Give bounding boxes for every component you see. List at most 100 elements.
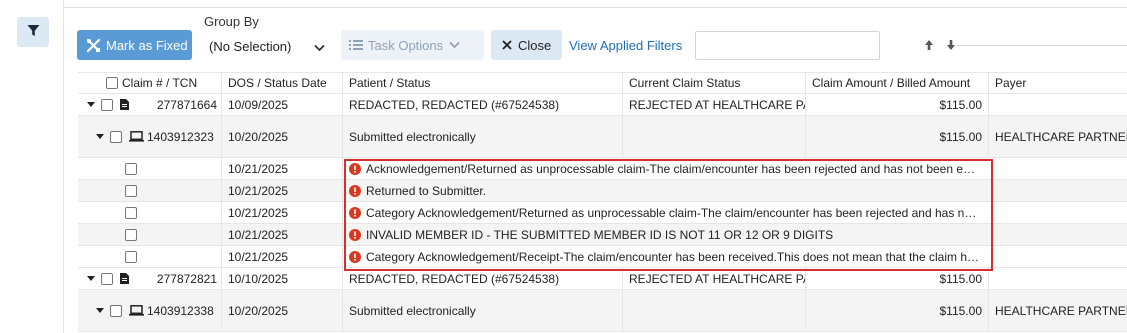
status-message-cell: Acknowledgement/Returned as unprocessabl… (342, 158, 982, 179)
row-checkbox[interactable] (125, 184, 137, 197)
claim-cell: 277871664 (78, 94, 221, 115)
row-checkbox[interactable] (110, 304, 122, 317)
task-options-label: Task Options (368, 37, 444, 53)
tools-icon (86, 38, 101, 53)
row-checkbox[interactable] (125, 228, 137, 241)
close-label: Close (518, 37, 552, 53)
column-header-current-status[interactable]: Current Claim Status (622, 73, 805, 93)
current-status-cell (622, 116, 805, 157)
document-icon (120, 99, 129, 110)
date-cell: 10/10/2025 (221, 268, 342, 289)
row-checkbox[interactable] (125, 206, 137, 219)
date-cell: 10/21/2025 (221, 224, 342, 245)
status-message-cell: Returned to Submitter. (342, 180, 982, 201)
main-panel: Mark as Fixed Group By (No Selection) Ta… (64, 0, 1127, 333)
amount-cell: $115.00 (805, 94, 988, 115)
current-status-cell: REJECTED AT HEALTHCARE PA… (622, 94, 805, 115)
table-row[interactable]: 1403912338 10/20/2025 Submitted electron… (78, 290, 1127, 332)
status-message-cell: Category Acknowledgement/Returned as unp… (342, 202, 982, 223)
table-row[interactable]: 10/21/2025 Returned to Submitter. (78, 180, 1127, 202)
status-select-cell (78, 202, 221, 223)
toolbar: Mark as Fixed Group By (No Selection) Ta… (77, 14, 1127, 62)
laptop-icon (129, 131, 144, 142)
date-cell: 10/09/2025 (221, 94, 342, 115)
date-cell: 10/21/2025 (221, 180, 342, 201)
chevron-down-icon (449, 41, 460, 49)
document-icon (120, 273, 129, 284)
status-message-cell: Category Acknowledgement/Receipt-The cla… (342, 246, 982, 267)
payer-cell (988, 94, 1127, 115)
search-input[interactable] (695, 31, 880, 60)
grid-header: Claim # / TCN DOS / Status Date Patient … (78, 72, 1127, 94)
claims-grid: Claim # / TCN DOS / Status Date Patient … (78, 72, 1127, 332)
caret-down-icon[interactable] (87, 275, 95, 282)
list-icon (349, 39, 363, 51)
column-header-label: Current Claim Status (629, 76, 741, 90)
select-all-checkbox[interactable] (106, 77, 118, 89)
filter-toggle-button[interactable] (17, 17, 49, 47)
laptop-icon (129, 305, 144, 316)
status-message: Category Acknowledgement/Receipt-The cla… (366, 249, 979, 264)
group-by: Group By (No Selection) (203, 14, 333, 60)
status-select-cell (78, 246, 221, 267)
claim-number: 277872821 (156, 271, 217, 286)
column-header-patient[interactable]: Patient / Status (342, 73, 622, 93)
patient-cell: Submitted electronically (342, 116, 622, 157)
row-checkbox[interactable] (101, 98, 113, 111)
date-cell: 10/21/2025 (221, 202, 342, 223)
close-button[interactable]: Close (491, 30, 562, 60)
error-icon (349, 162, 361, 175)
arrow-down-icon[interactable] (946, 39, 956, 51)
caret-down-icon[interactable] (96, 307, 104, 314)
column-header-amount[interactable]: Claim Amount / Billed Amount (805, 73, 988, 93)
table-row[interactable]: 10/21/2025 Acknowledgement/Returned as u… (78, 158, 1127, 180)
tcn-cell: 1403912338 (78, 290, 221, 331)
column-header-label: Payer (995, 76, 1027, 90)
column-header-label: DOS / Status Date (228, 76, 327, 90)
column-header-label: Claim # / TCN (122, 76, 198, 90)
error-icon (349, 228, 361, 241)
status-message: INVALID MEMBER ID - THE SUBMITTED MEMBER… (366, 227, 834, 242)
mark-as-fixed-button[interactable]: Mark as Fixed (77, 30, 192, 60)
row-checkbox[interactable] (101, 272, 113, 285)
date-cell: 10/20/2025 (221, 290, 342, 331)
view-applied-filters-link[interactable]: View Applied Filters (569, 38, 682, 53)
amount-cell: $115.00 (805, 116, 988, 157)
column-header-label: Patient / Status (349, 76, 431, 90)
caret-down-icon[interactable] (96, 133, 104, 140)
caret-down-icon[interactable] (87, 101, 95, 108)
table-row[interactable]: 10/21/2025 Category Acknowledgement/Rece… (78, 246, 1127, 268)
chevron-down-icon (314, 40, 325, 55)
table-row[interactable]: 10/21/2025 Category Acknowledgement/Retu… (78, 202, 1127, 224)
divider (64, 7, 1127, 8)
current-status-cell: REJECTED AT HEALTHCARE PA… (622, 268, 805, 289)
table-row[interactable]: 277872821 10/10/2025 REDACTED, REDACTED … (78, 268, 1127, 290)
payer-cell: HEALTHCARE PARTNERS (988, 290, 1127, 331)
amount-cell: $115.00 (805, 268, 988, 289)
column-header-claim[interactable]: Claim # / TCN (78, 73, 221, 93)
group-by-select[interactable]: (No Selection) (203, 32, 333, 60)
payer-cell: HEALTHCARE PARTNERS (988, 116, 1127, 157)
table-row[interactable]: 10/21/2025 INVALID MEMBER ID - THE SUBMI… (78, 224, 1127, 246)
table-row[interactable]: 1403912323 10/20/2025 Submitted electron… (78, 116, 1127, 158)
left-rail (0, 0, 64, 333)
status-select-cell (78, 224, 221, 245)
status-select-cell (78, 158, 221, 179)
tcn-number: 1403912323 (147, 129, 214, 144)
row-checkbox[interactable] (125, 250, 137, 263)
tcn-number: 1403912338 (147, 303, 214, 318)
close-icon (502, 40, 512, 50)
column-header-dos[interactable]: DOS / Status Date (221, 73, 342, 93)
column-header-payer[interactable]: Payer (988, 73, 1127, 93)
error-icon (349, 184, 361, 197)
filter-icon (27, 24, 40, 40)
error-icon (349, 250, 361, 263)
error-icon (349, 206, 361, 219)
table-row[interactable]: 277871664 10/09/2025 REDACTED, REDACTED … (78, 94, 1127, 116)
task-options-button[interactable]: Task Options (341, 30, 484, 60)
row-checkbox[interactable] (125, 162, 137, 175)
date-cell: 10/20/2025 (221, 116, 342, 157)
arrow-up-icon[interactable] (924, 39, 934, 51)
row-checkbox[interactable] (110, 130, 122, 143)
tcn-cell: 1403912323 (78, 116, 221, 157)
